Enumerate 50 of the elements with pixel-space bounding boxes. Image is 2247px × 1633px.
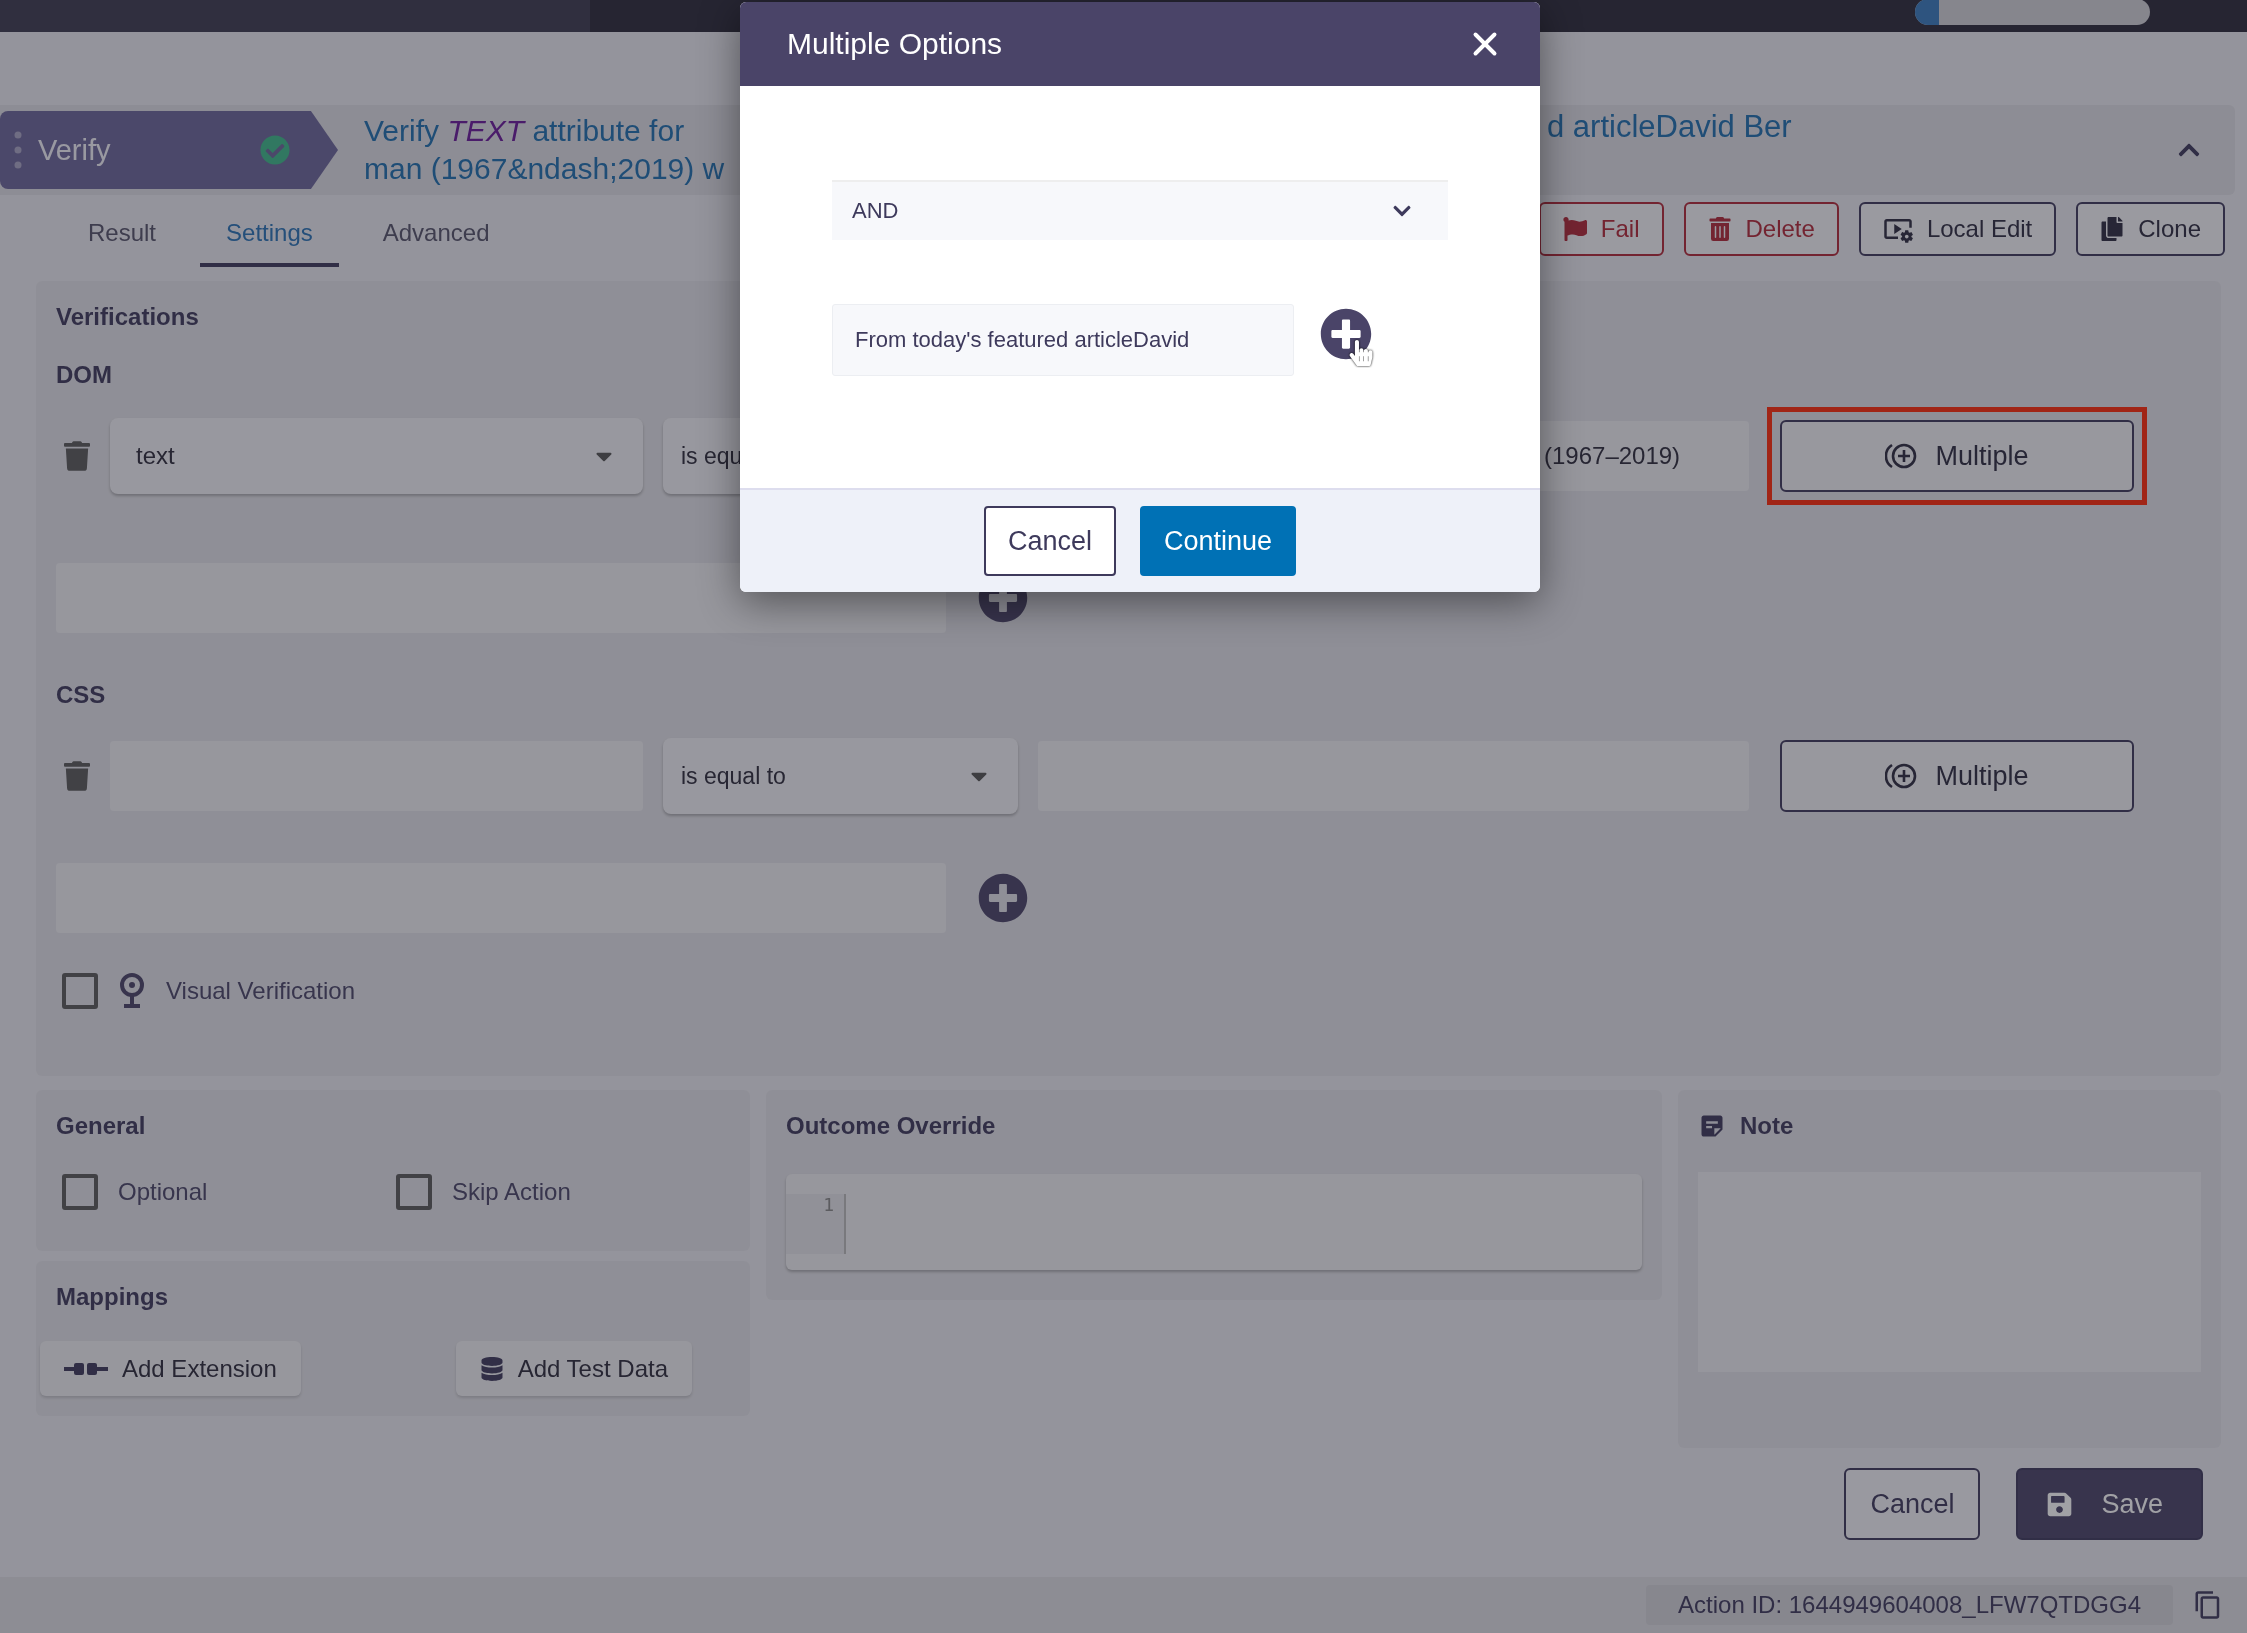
panel-heading: Outcome Override	[786, 1112, 997, 1140]
multiple-button[interactable]: Multiple	[1780, 740, 2134, 812]
trash-icon	[1707, 217, 1732, 241]
panel-heading: General	[56, 1112, 147, 1140]
attribute-select[interactable]: text	[110, 418, 643, 494]
cancel-button[interactable]: Cancel	[983, 506, 1116, 576]
cancel-button[interactable]: Cancel	[1844, 1468, 1981, 1540]
checkbox-label: Skip Action	[452, 1178, 571, 1206]
value-field[interactable]: From today's featured articleDavid	[832, 304, 1294, 376]
plug-icon	[64, 1360, 108, 1377]
checkbox[interactable]	[62, 973, 98, 1009]
panel-heading: Mappings	[56, 1283, 169, 1311]
step-title: Verify TEXT attribute for	[364, 113, 686, 149]
delete-button[interactable]: Delete	[1683, 202, 1839, 256]
tab[interactable]: Advanced	[356, 219, 516, 267]
step-title: d articleDavid Ber	[1547, 109, 1792, 145]
save-button[interactable]: Save	[2016, 1468, 2203, 1540]
modal-title: Multiple Options	[787, 27, 1004, 61]
trash-icon[interactable]	[64, 440, 90, 472]
pin-icon	[118, 973, 146, 1009]
panel-heading: Verifications	[56, 303, 200, 331]
save-icon	[2046, 1490, 2074, 1518]
flag-icon	[1562, 217, 1587, 241]
operator-select[interactable]: AND	[832, 180, 1448, 240]
value-textarea[interactable]	[56, 563, 946, 633]
fail-button[interactable]: Fail	[1538, 202, 1664, 256]
database-icon	[479, 1356, 504, 1381]
multiple-button[interactable]: Multiple	[1780, 420, 2134, 492]
operator-select[interactable]: is equal to	[663, 738, 1018, 814]
action-id: Action ID: 1644949604008_LFW7QTDGG4	[1646, 1585, 2173, 1625]
copy-icon	[2100, 217, 2125, 241]
drag-handle-icon[interactable]	[14, 131, 22, 169]
trash-icon[interactable]	[64, 760, 90, 792]
clone-button[interactable]: Clone	[2076, 202, 2225, 256]
test-data-button[interactable]: Add Test Data	[455, 1341, 692, 1396]
step-type-label: Verify	[38, 133, 112, 167]
checkbox[interactable]	[396, 1174, 432, 1210]
tab[interactable]: Result	[62, 219, 183, 267]
section-label: DOM	[56, 361, 113, 389]
checkbox[interactable]	[62, 1174, 98, 1210]
continue-button[interactable]: Continue	[1139, 506, 1297, 576]
checkbox-label: Visual Verification	[166, 977, 355, 1005]
checkbox-label: Optional	[118, 1178, 208, 1206]
local-edit-button[interactable]: Local Edit	[1858, 202, 2057, 256]
extension-button[interactable]: Add Extension	[40, 1341, 301, 1396]
section-label: CSS	[56, 681, 107, 709]
tab[interactable]: Settings	[200, 219, 339, 267]
step-title: man (1967&ndash;2019) w	[364, 151, 726, 187]
panel-heading: Note	[1740, 1112, 1794, 1140]
line-number: 1	[786, 1194, 846, 1254]
